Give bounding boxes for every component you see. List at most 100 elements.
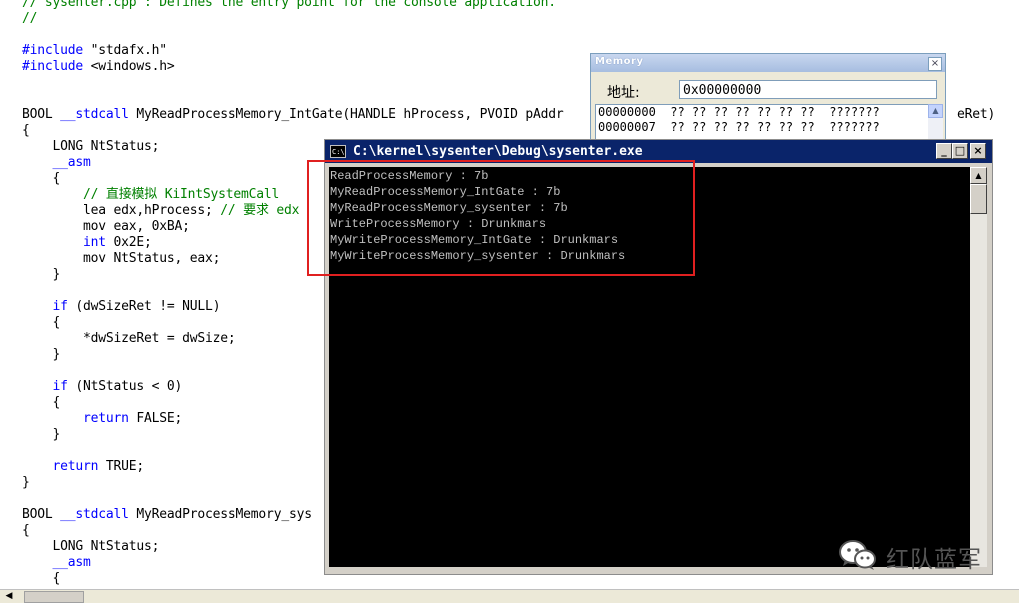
address-input[interactable]: 0x00000000 — [679, 80, 937, 99]
code-token: return — [52, 459, 99, 474]
scrollbar-thumb[interactable] — [970, 184, 987, 214]
code-token: // sysenter.cpp : Defines the entry poin… — [22, 0, 556, 10]
code-line: // — [22, 11, 37, 27]
code-line: LONG NtStatus; — [22, 539, 160, 555]
code-token: if — [52, 299, 68, 314]
code-line: LONG NtStatus; — [22, 139, 160, 155]
memory-title: Memory — [595, 56, 644, 67]
code-line: mov eax, 0xBA; — [22, 219, 190, 235]
code-line-fragment: eRet) — [957, 107, 996, 122]
code-line: { — [22, 395, 61, 411]
code-line: lea edx,hProcess; // 要求 edx — [22, 203, 299, 219]
memory-titlebar[interactable]: Memory × — [591, 54, 945, 72]
close-button[interactable]: × — [970, 143, 986, 159]
code-line: } — [22, 427, 61, 443]
code-line: { — [22, 523, 30, 539]
code-token: // 要求 edx — [220, 203, 300, 218]
code-token: FALSE; — [128, 411, 183, 426]
code-line: #include "stdafx.h" — [22, 43, 167, 59]
code-token: LONG NtStatus; — [22, 139, 160, 154]
code-token: <windows.h> — [83, 59, 175, 74]
code-token: lea edx,hProcess; — [22, 203, 221, 218]
watermark-text: 红队蓝军 — [886, 547, 982, 573]
code-line: return TRUE; — [22, 459, 145, 475]
address-label: 地址: — [607, 85, 640, 101]
code-line: } — [22, 267, 61, 283]
code-token: 0x2E; — [105, 235, 152, 250]
code-token: mov NtStatus, eax; — [22, 251, 221, 266]
code-line: *dwSizeRet = dwSize; — [22, 331, 236, 347]
console-icon: C:\ — [330, 145, 346, 158]
code-token: mov eax, 0xBA; — [22, 219, 190, 234]
maximize-button[interactable]: □ — [952, 143, 968, 159]
code-token: if — [52, 379, 68, 394]
code-token: TRUE; — [98, 459, 145, 474]
code-line: int 0x2E; — [22, 235, 152, 251]
code-line: } — [22, 475, 30, 491]
code-token: MyReadProcessMemory_IntGate(HANDLE hProc… — [128, 107, 564, 122]
code-token: BOOL — [22, 107, 61, 122]
code-line: { — [22, 123, 30, 139]
code-token: } — [22, 267, 61, 282]
scroll-up-arrow-icon[interactable]: ▲ — [970, 167, 987, 184]
code-token: __stdcall — [60, 107, 129, 122]
code-token: } — [22, 427, 61, 442]
console-title: C:\kernel\sysenter\Debug\sysenter.exe — [353, 144, 643, 159]
code-token: // — [22, 11, 38, 26]
code-token: } — [22, 475, 30, 490]
close-icon[interactable]: × — [928, 57, 942, 71]
code-token: __stdcall — [60, 507, 129, 522]
code-token: (dwSizeRet != NULL) — [67, 299, 221, 314]
code-line: { — [22, 315, 61, 331]
wechat-logo-icon — [839, 540, 876, 570]
highlight-box — [307, 160, 695, 276]
code-token: { — [22, 395, 61, 410]
code-token: #include — [22, 59, 84, 74]
code-token: #include — [22, 43, 84, 58]
code-token: (NtStatus < 0) — [67, 379, 183, 394]
code-line: if (NtStatus < 0) — [22, 379, 183, 395]
scroll-left-arrow-icon[interactable]: ◀ — [2, 591, 16, 602]
code-token: __asm — [52, 155, 91, 170]
code-token: // 直接模拟 KiIntSystemCall — [83, 187, 280, 202]
code-line: __asm — [22, 155, 91, 171]
code-token: } — [22, 347, 61, 362]
code-token: return — [83, 411, 129, 426]
code-token: { — [22, 523, 30, 538]
code-line: { — [22, 171, 61, 187]
memory-window[interactable]: Memory × 地址: 0x00000000 00000000 ?? ?? ?… — [590, 53, 946, 150]
code-line: return FALSE; — [22, 411, 182, 427]
code-line: #include <windows.h> — [22, 59, 175, 75]
code-token: *dwSizeRet = dwSize; — [22, 331, 236, 346]
scroll-up-arrow-icon[interactable]: ▲ — [928, 104, 943, 118]
code-line: BOOL __stdcall MyReadProcessMemory_sys — [22, 507, 312, 523]
code-token: BOOL — [22, 507, 61, 522]
console-vertical-scrollbar[interactable]: ▲ — [970, 167, 987, 567]
editor-horizontal-scrollbar[interactable]: ◀ — [0, 589, 1019, 603]
code-line: __asm — [22, 555, 91, 571]
code-token: LONG NtStatus; — [22, 539, 160, 554]
code-token: { — [22, 571, 61, 586]
code-token: __asm — [52, 555, 91, 570]
code-line: mov NtStatus, eax; — [22, 251, 220, 267]
code-line: if (dwSizeRet != NULL) — [22, 299, 221, 315]
code-token: MyReadProcessMemory_sys — [128, 507, 312, 522]
code-line: // sysenter.cpp : Defines the entry poin… — [22, 0, 556, 11]
memory-row: 00000000 ?? ?? ?? ?? ?? ?? ?? ??????? — [598, 105, 880, 119]
code-line: BOOL __stdcall MyReadProcessMemory_IntGa… — [22, 107, 564, 123]
memory-row: 00000007 ?? ?? ?? ?? ?? ?? ?? ??????? — [598, 120, 880, 134]
code-token: "stdafx.h" — [83, 43, 167, 58]
minimize-button[interactable]: _ — [936, 143, 952, 159]
watermark: 红队蓝军 — [838, 536, 998, 573]
code-token: { — [22, 123, 30, 138]
code-token: int — [83, 235, 106, 250]
scrollbar-thumb[interactable] — [24, 591, 84, 603]
code-line: { — [22, 571, 61, 587]
